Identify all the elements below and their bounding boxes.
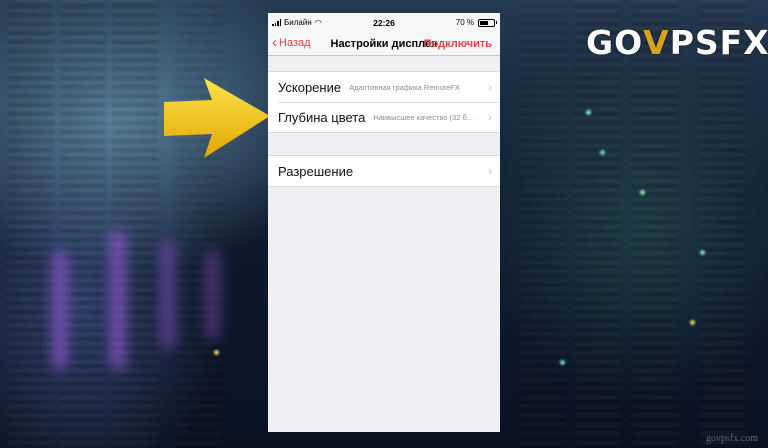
setting-label: Разрешение	[278, 163, 354, 179]
chevron-left-icon: ‹	[272, 34, 277, 51]
setting-row-color-depth[interactable]: Глубина цвета Наивысшее качество (32 б..…	[268, 102, 500, 132]
setting-value: Наивысшее качество (32 б...	[373, 112, 473, 122]
setting-label: Ускорение	[278, 79, 342, 95]
chevron-right-icon: ›	[488, 80, 492, 94]
govpsfx-logo: GO V PSFX	[586, 22, 768, 62]
navigation-bar: ‹ Назад Настройки дисплея Подключить	[268, 33, 500, 56]
chevron-right-icon: ›	[488, 110, 492, 124]
battery-percent: 70 %	[455, 18, 474, 27]
back-button[interactable]: ‹ Назад	[272, 34, 311, 51]
setting-label: Глубина цвета	[278, 109, 366, 125]
settings-group-display: Ускорение Адаптивная графика RemoteFX › …	[268, 71, 500, 133]
watermark: govpsfx.com	[706, 433, 758, 444]
phone-screen: Билайн ◠ 22:26 70 % ‹ Назад Настройки ди…	[268, 13, 500, 432]
setting-row-acceleration[interactable]: Ускорение Адаптивная графика RemoteFX ›	[268, 72, 500, 102]
settings-group-resolution: Разрешение ›	[268, 155, 500, 187]
back-label: Назад	[279, 37, 311, 49]
status-bar: Билайн ◠ 22:26 70 %	[268, 13, 500, 33]
yellow-arrow-icon	[164, 78, 270, 158]
setting-value: Адаптивная графика RemoteFX	[349, 82, 460, 92]
setting-row-resolution[interactable]: Разрешение ›	[268, 156, 500, 186]
battery-icon	[478, 18, 497, 27]
chevron-right-icon: ›	[488, 164, 492, 178]
connect-button[interactable]: Подключить	[424, 38, 492, 50]
